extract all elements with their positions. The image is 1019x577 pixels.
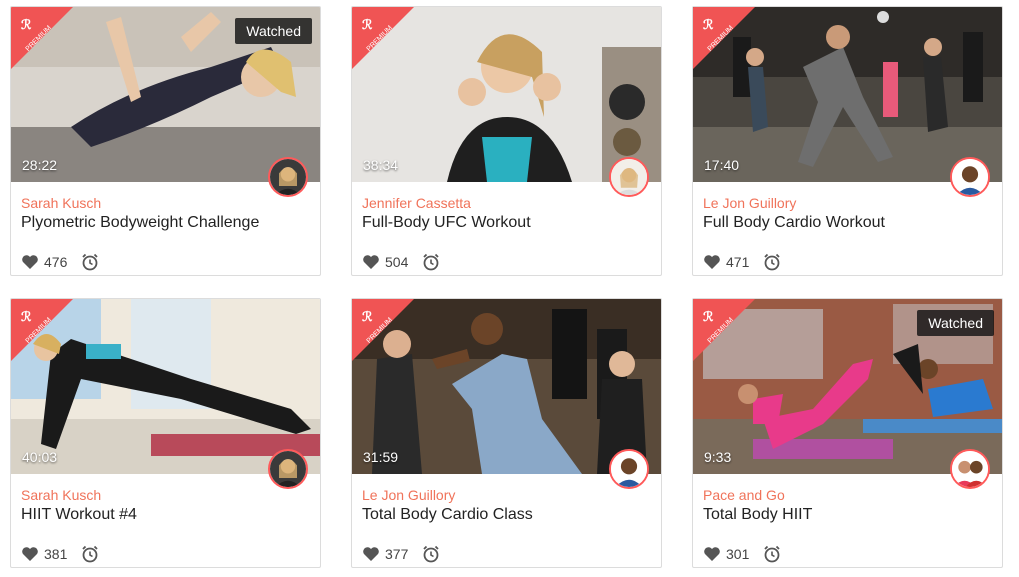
workout-card[interactable]: ℛ PREMIUM Watched 28:22 Sarah Kusch Plyo… — [10, 6, 321, 276]
logo-icon: ℛ — [703, 17, 714, 32]
trainer-name[interactable]: Jennifer Cassetta — [362, 195, 471, 211]
workout-title[interactable]: Total Body Cardio Class — [362, 506, 533, 524]
video-duration: 28:22 — [22, 157, 58, 173]
video-thumbnail[interactable]: ℛ PREMIUM 31:59 — [352, 299, 661, 474]
video-duration: 17:40 — [704, 157, 740, 173]
workout-card[interactable]: ℛ PREMIUM Watched 9:33 Pace and Go Total… — [692, 298, 1003, 568]
video-duration: 38:34 — [363, 157, 399, 173]
premium-ribbon: ℛ PREMIUM — [352, 7, 414, 69]
heart-icon[interactable] — [21, 254, 39, 270]
like-count: 377 — [385, 546, 409, 562]
video-duration: 40:03 — [22, 449, 58, 465]
premium-ribbon: ℛ PREMIUM — [11, 299, 73, 361]
like-count: 471 — [726, 254, 750, 270]
trainer-name[interactable]: Sarah Kusch — [21, 195, 101, 211]
alarm-clock-icon[interactable] — [762, 544, 782, 564]
workout-card[interactable]: ℛ PREMIUM 40:03 Sarah Kusch HIIT Workout… — [10, 298, 321, 568]
like-count: 301 — [726, 546, 750, 562]
trainer-avatar[interactable] — [609, 449, 649, 489]
workout-card[interactable]: ℛ PREMIUM 31:59 Le Jon Guillory Total Bo… — [351, 298, 662, 568]
trainer-name[interactable]: Sarah Kusch — [21, 487, 101, 503]
logo-icon: ℛ — [21, 309, 32, 324]
trainer-name[interactable]: Le Jon Guillory — [703, 195, 796, 211]
workout-card[interactable]: ℛ PREMIUM 38:34 Jennifer Cassetta Full-B… — [351, 6, 662, 276]
premium-ribbon: ℛ PREMIUM — [693, 299, 755, 361]
trainer-name[interactable]: Le Jon Guillory — [362, 487, 455, 503]
alarm-clock-icon[interactable] — [80, 252, 100, 272]
video-thumbnail[interactable]: ℛ PREMIUM 17:40 — [693, 7, 1002, 182]
watched-badge: Watched — [235, 18, 312, 44]
workout-title[interactable]: Plyometric Bodyweight Challenge — [21, 214, 259, 232]
alarm-clock-icon[interactable] — [762, 252, 782, 272]
trainer-avatar[interactable] — [950, 449, 990, 489]
workout-title[interactable]: Full Body Cardio Workout — [703, 214, 885, 232]
workout-title[interactable]: HIIT Workout #4 — [21, 506, 137, 524]
alarm-clock-icon[interactable] — [421, 544, 441, 564]
workout-stats: 301 — [703, 544, 782, 564]
alarm-clock-icon[interactable] — [80, 544, 100, 564]
trainer-avatar[interactable] — [950, 157, 990, 197]
video-thumbnail[interactable]: ℛ PREMIUM Watched 9:33 — [693, 299, 1002, 474]
trainer-avatar[interactable] — [268, 449, 308, 489]
workout-card[interactable]: ℛ PREMIUM 17:40 Le Jon Guillory Full Bod… — [692, 6, 1003, 276]
heart-icon[interactable] — [703, 254, 721, 270]
trainer-avatar[interactable] — [609, 157, 649, 197]
heart-icon[interactable] — [362, 546, 380, 562]
premium-ribbon: ℛ PREMIUM — [352, 299, 414, 361]
workout-title[interactable]: Total Body HIIT — [703, 506, 812, 524]
video-thumbnail[interactable]: ℛ PREMIUM 38:34 — [352, 7, 661, 182]
video-thumbnail[interactable]: ℛ PREMIUM 40:03 — [11, 299, 320, 474]
like-count: 476 — [44, 254, 68, 270]
heart-icon[interactable] — [362, 254, 380, 270]
watched-badge: Watched — [917, 310, 994, 336]
workout-stats: 504 — [362, 252, 441, 272]
video-duration: 9:33 — [704, 449, 732, 465]
alarm-clock-icon[interactable] — [421, 252, 441, 272]
heart-icon[interactable] — [703, 546, 721, 562]
workout-title[interactable]: Full-Body UFC Workout — [362, 214, 531, 232]
logo-icon: ℛ — [362, 17, 373, 32]
premium-ribbon: ℛ PREMIUM — [11, 7, 73, 69]
workout-stats: 471 — [703, 252, 782, 272]
heart-icon[interactable] — [21, 546, 39, 562]
logo-icon: ℛ — [703, 309, 714, 324]
video-duration: 31:59 — [363, 449, 399, 465]
like-count: 381 — [44, 546, 68, 562]
trainer-name[interactable]: Pace and Go — [703, 487, 785, 503]
workout-stats: 381 — [21, 544, 100, 564]
video-thumbnail[interactable]: ℛ PREMIUM Watched 28:22 — [11, 7, 320, 182]
logo-icon: ℛ — [21, 17, 32, 32]
like-count: 504 — [385, 254, 409, 270]
workout-stats: 476 — [21, 252, 100, 272]
workout-stats: 377 — [362, 544, 441, 564]
premium-ribbon: ℛ PREMIUM — [693, 7, 755, 69]
logo-icon: ℛ — [362, 309, 373, 324]
trainer-avatar[interactable] — [268, 157, 308, 197]
